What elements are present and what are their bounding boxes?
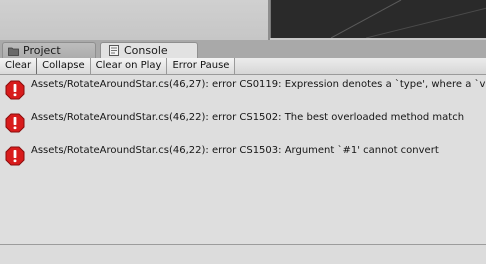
log-entry[interactable]: Assets/RotateAroundStar.cs(46,27): error… (0, 75, 486, 103)
log-entry-message: Assets/RotateAroundStar.cs(46,27): error… (31, 79, 486, 90)
tab-bar: Project Console (0, 40, 486, 59)
log-entry[interactable]: Assets/RotateAroundStar.cs(46,22): error… (0, 141, 486, 169)
log-entry-message: Assets/RotateAroundStar.cs(46,22): error… (31, 112, 465, 123)
collapse-toggle[interactable]: Collapse (37, 58, 91, 74)
error-icon (5, 80, 25, 100)
folder-icon (8, 45, 19, 56)
console-toolbar: Clear Collapse Clear on Play Error Pause (0, 58, 486, 75)
scene-view[interactable] (270, 0, 486, 38)
tab-console-label: Console (124, 43, 168, 57)
log-detail-panel (0, 245, 486, 264)
error-icon (5, 113, 25, 133)
error-pause-toggle[interactable]: Error Pause (167, 58, 236, 74)
tab-project[interactable]: Project (2, 42, 96, 58)
console-log-list[interactable]: Assets/RotateAroundStar.cs(46,27): error… (0, 75, 486, 244)
tab-project-label: Project (23, 43, 61, 57)
error-icon (5, 146, 25, 166)
log-entry-message: Assets/RotateAroundStar.cs(46,22): error… (31, 145, 439, 156)
unity-editor-window: Project Console Clear Collapse Clear on … (0, 0, 486, 264)
scene-grid-line (365, 7, 486, 38)
clear-on-play-toggle[interactable]: Clear on Play (90, 58, 168, 74)
clear-button[interactable]: Clear (0, 58, 38, 74)
log-entry[interactable]: Assets/RotateAroundStar.cs(46,22): error… (0, 108, 486, 136)
console-icon (109, 45, 120, 56)
tab-console[interactable]: Console (100, 42, 198, 59)
inspector-panel-bottom (0, 0, 268, 40)
